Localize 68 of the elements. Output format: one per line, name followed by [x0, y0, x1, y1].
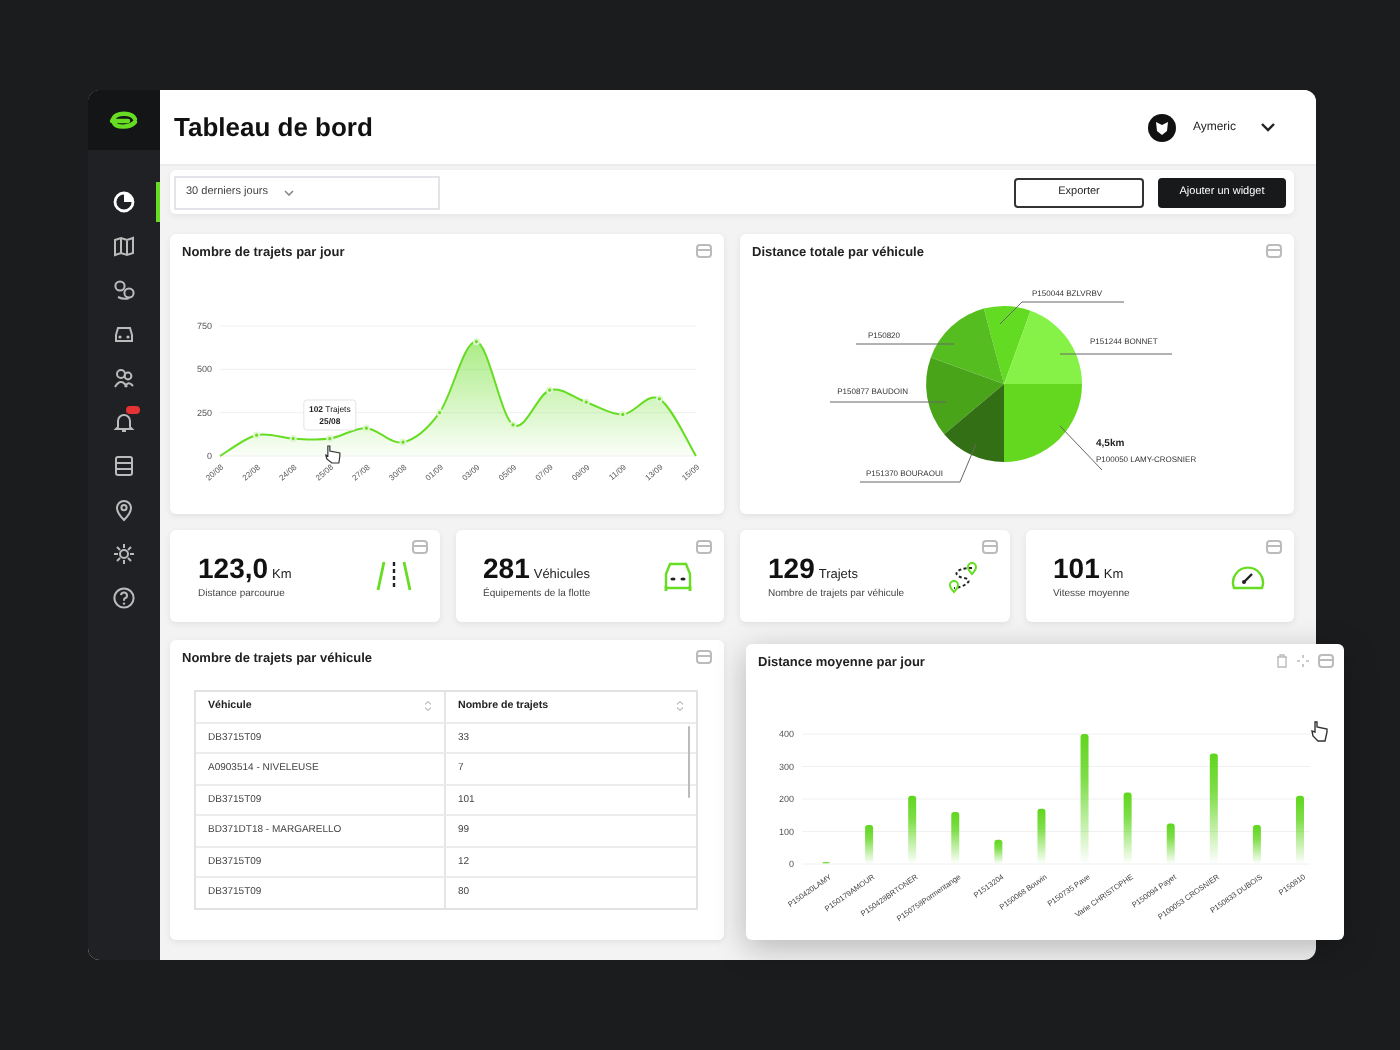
chart-bar[interactable] — [1037, 808, 1046, 864]
chart-bar[interactable] — [994, 839, 1003, 864]
data-point[interactable] — [326, 435, 334, 443]
users-icon — [112, 366, 136, 390]
kpi-value: 281 — [483, 552, 530, 584]
chart-bar[interactable] — [1209, 753, 1218, 864]
route-icon — [112, 278, 136, 302]
data-point[interactable] — [399, 438, 407, 446]
layout-icon[interactable] — [1266, 540, 1282, 554]
data-point[interactable] — [546, 386, 554, 394]
layout-icon[interactable] — [696, 650, 712, 664]
chart-bar[interactable] — [865, 825, 874, 864]
chart-bar[interactable] — [1252, 825, 1261, 864]
kpi-value: 123,0 — [198, 552, 269, 584]
move-icon[interactable] — [1296, 654, 1310, 668]
logo-icon — [108, 110, 140, 130]
user-pin-icon — [112, 498, 136, 522]
hand-cursor-icon — [324, 445, 341, 464]
settings-icon — [112, 542, 136, 566]
chart-bar[interactable] — [1296, 795, 1304, 864]
bell-icon — [112, 410, 136, 434]
leader-line — [999, 301, 1125, 325]
kpi-value: 129 — [768, 552, 815, 584]
data-point[interactable] — [289, 435, 297, 443]
layout-icon[interactable] — [411, 540, 427, 554]
leader-line — [859, 443, 977, 483]
data-point[interactable] — [582, 398, 590, 406]
car-icon — [660, 559, 696, 593]
sort-icon — [676, 700, 684, 713]
car-icon — [112, 322, 136, 346]
data-point[interactable] — [436, 409, 444, 417]
layout-icon[interactable] — [696, 244, 712, 258]
route-icon — [945, 559, 981, 593]
scrollbar[interactable] — [687, 726, 690, 798]
leader-line — [855, 343, 955, 345]
help-icon — [112, 586, 136, 610]
data-point[interactable] — [655, 395, 663, 403]
chart-bar[interactable] — [1166, 823, 1175, 864]
data-point[interactable] — [253, 431, 261, 439]
chart-bar[interactable] — [1123, 792, 1132, 864]
pie-slice[interactable] — [944, 384, 1004, 462]
trash-icon[interactable] — [1276, 654, 1288, 668]
layout-icon[interactable] — [1266, 244, 1282, 258]
chart-bar[interactable] — [908, 795, 917, 864]
layout-icon[interactable] — [981, 540, 997, 554]
page-title: Tableau de bord — [174, 112, 375, 142]
pie-chart-icon — [112, 190, 136, 214]
chart-bar[interactable] — [951, 812, 960, 864]
layout-icon[interactable] — [696, 540, 712, 554]
pie-slice[interactable] — [930, 308, 1004, 384]
data-point[interactable] — [619, 410, 627, 418]
data-point[interactable] — [509, 421, 517, 429]
avatar-icon — [1148, 113, 1177, 141]
sort-icon — [424, 700, 432, 713]
leader-line — [829, 401, 947, 403]
data-point[interactable] — [472, 338, 480, 346]
kpi-value: 101 — [1053, 552, 1100, 584]
leader-line — [1059, 353, 1173, 355]
layout-icon[interactable] — [1318, 654, 1334, 668]
pie-slice[interactable] — [926, 357, 1004, 435]
road-icon — [375, 559, 411, 593]
hand-cursor-icon — [1310, 720, 1328, 742]
chevron-down-icon — [283, 189, 294, 195]
list-icon — [112, 454, 136, 478]
chart-bar[interactable] — [1080, 734, 1089, 864]
data-point[interactable] — [362, 424, 370, 432]
map-icon — [112, 234, 136, 258]
chevron-down-icon[interactable] — [1260, 122, 1276, 132]
